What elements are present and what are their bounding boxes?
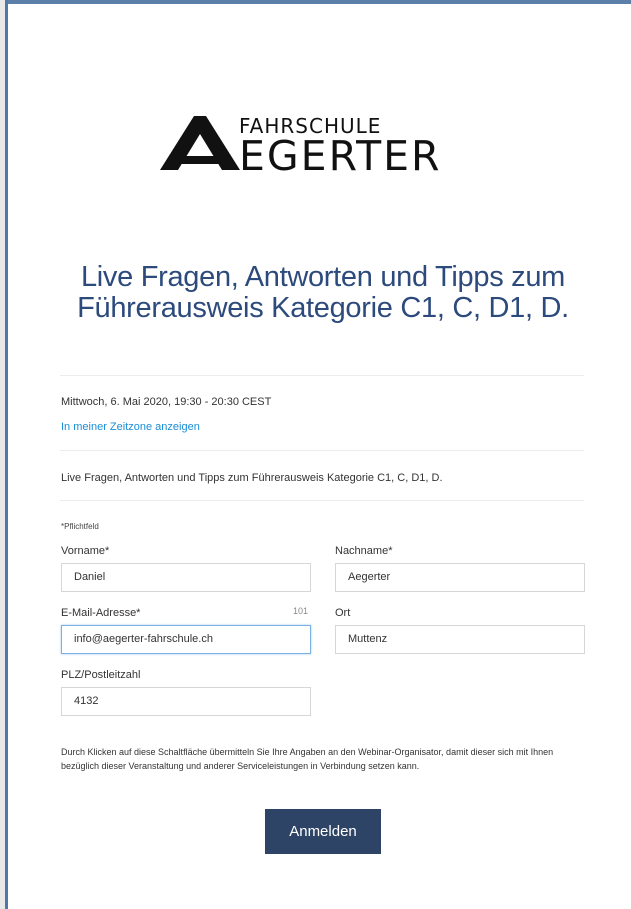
email-char-counter: 101: [293, 606, 309, 616]
event-description: Live Fragen, Antworten und Tipps zum Füh…: [61, 472, 443, 484]
divider: [60, 500, 584, 501]
lastname-label: Nachname*: [335, 545, 393, 557]
email-label: E-Mail-Adresse*: [61, 607, 141, 619]
privacy-notice: Durch Klicken auf diese Schaltfläche übe…: [61, 747, 554, 771]
required-note: *Pflichtfeld: [61, 522, 99, 531]
firstname-label: Vorname*: [61, 545, 110, 557]
register-button[interactable]: Anmelden: [265, 809, 381, 854]
firstname-field[interactable]: Daniel: [61, 563, 311, 592]
city-field[interactable]: Muttenz: [335, 625, 585, 654]
timezone-link[interactable]: In meiner Zeitzone anzeigen: [61, 421, 200, 433]
window-left-border: [0, 0, 8, 909]
divider: [60, 450, 584, 451]
logo-text-bottom: EGERTER: [239, 132, 442, 180]
email-field[interactable]: info@aegerter-fahrschule.ch: [61, 625, 311, 654]
company-logo: FAHRSCHULE EGERTER: [160, 112, 500, 178]
lastname-field[interactable]: Aegerter: [335, 563, 585, 592]
event-datetime: Mittwoch, 6. Mai 2020, 19:30 - 20:30 CES…: [61, 396, 272, 408]
city-label: Ort: [335, 607, 351, 619]
zip-field[interactable]: 4132: [61, 687, 311, 716]
zip-label: PLZ/Postleitzahl: [61, 669, 141, 681]
logo-a-mark: [160, 116, 240, 170]
divider: [60, 375, 584, 376]
window-top-border: [0, 0, 631, 4]
event-title: Live Fragen, Antworten und Tipps zum Füh…: [77, 261, 569, 324]
